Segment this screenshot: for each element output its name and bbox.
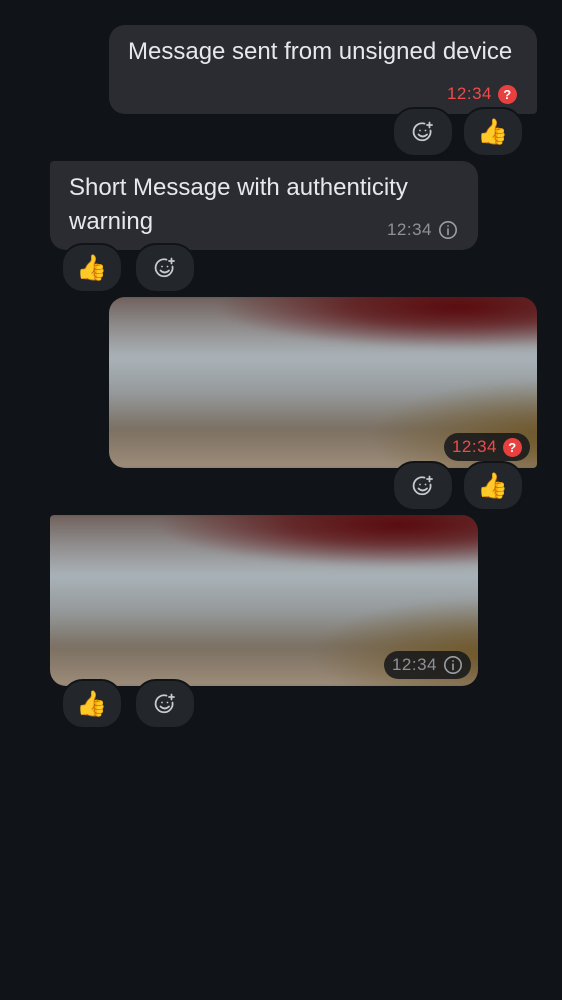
add-reaction-icon <box>154 257 175 278</box>
reaction-chip[interactable]: 👍 <box>61 679 123 729</box>
message-time: 12:34 <box>391 655 437 674</box>
message-meta: 12:34 ? <box>443 433 530 461</box>
thumbs-up-icon: 👍 <box>477 117 509 146</box>
add-reaction-button[interactable] <box>392 107 454 157</box>
thumbs-up-icon: 👍 <box>76 689 108 718</box>
thumbs-up-icon: 👍 <box>76 253 108 282</box>
add-reaction-icon <box>412 475 433 496</box>
info-icon[interactable] <box>443 655 463 675</box>
reaction-chip[interactable]: 👍 <box>462 107 524 157</box>
message-time: 12:34 <box>451 437 497 456</box>
reaction-chip[interactable]: 👍 <box>462 461 524 511</box>
info-icon[interactable] <box>438 220 458 240</box>
add-reaction-button[interactable] <box>134 679 196 729</box>
message-text: Message sent from unsigned device <box>128 38 513 65</box>
message-meta: 12:34 <box>387 220 458 240</box>
add-reaction-button[interactable] <box>134 243 196 293</box>
message-meta: 12:34 ? <box>447 84 517 104</box>
question-mark-icon[interactable]: ? <box>503 437 522 457</box>
add-reaction-icon <box>412 121 433 142</box>
message-time: 12:34 <box>446 84 492 103</box>
message-meta: 12:34 <box>383 651 471 679</box>
add-reaction-icon <box>154 693 175 714</box>
message-bubble[interactable]: Message sent from unsigned device 12:34 … <box>109 25 537 114</box>
add-reaction-button[interactable] <box>392 461 454 511</box>
image-message[interactable]: 12:34 <box>50 515 478 686</box>
message-bubble[interactable]: Short Message with authenticity warning … <box>50 161 478 250</box>
reaction-chip[interactable]: 👍 <box>61 243 123 293</box>
image-message[interactable]: 12:34 ? <box>109 297 537 468</box>
message-time: 12:34 <box>386 220 432 239</box>
thumbs-up-icon: 👍 <box>477 471 509 500</box>
question-mark-icon[interactable]: ? <box>498 84 517 104</box>
timeline: Message sent from unsigned device 12:34 … <box>0 0 562 1000</box>
